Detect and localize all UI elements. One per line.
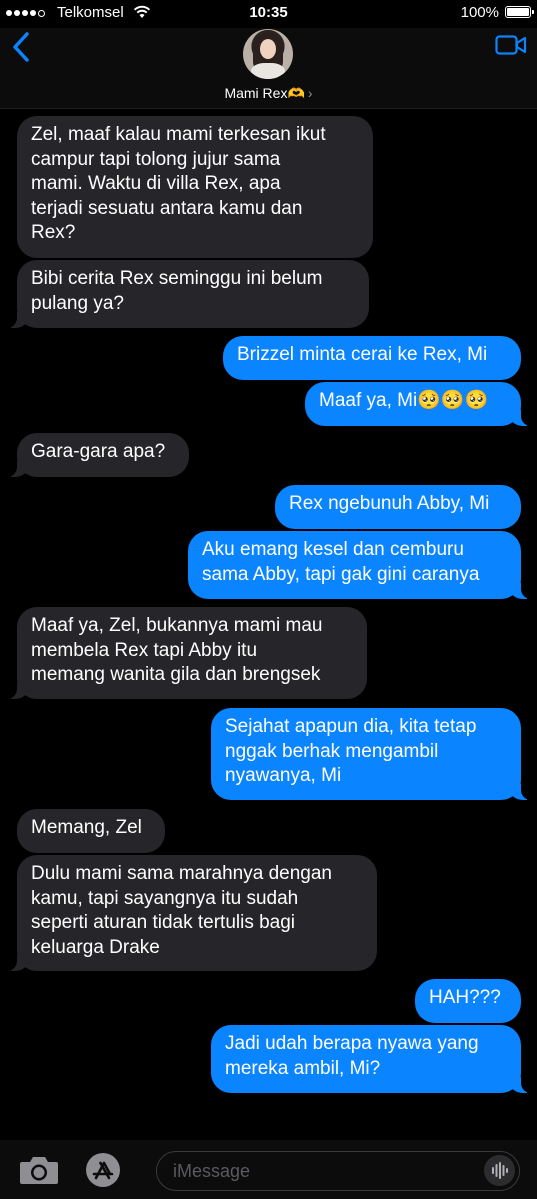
contact-name: Mami Rex🫶 <box>224 85 305 101</box>
outgoing-message[interactable]: Rex ngebunuh Abby, Mi <box>275 485 521 529</box>
app-store-icon[interactable] <box>85 1152 121 1188</box>
message-text: Rex ngebunuh Abby, Mi <box>289 493 490 514</box>
message-text: Brizzel minta cerai ke Rex, Mi <box>237 344 488 365</box>
outgoing-message[interactable]: Jadi udah berapa nyawa yang mereka ambil… <box>211 1025 533 1093</box>
contact-name-button[interactable]: Mami Rex🫶 › <box>0 85 537 102</box>
outgoing-message[interactable]: Sejahat apapun dia, kita tetap nggak ber… <box>211 708 533 800</box>
outgoing-message[interactable]: Maaf ya, Mi🥺🥺🥺 <box>305 382 533 426</box>
incoming-message[interactable]: Gara-gara apa? <box>5 433 189 477</box>
battery-icon <box>505 6 534 18</box>
back-chevron-icon[interactable] <box>8 30 38 64</box>
message-text: Gara-gara apa? <box>31 441 166 462</box>
message-text: HAH??? <box>429 987 501 1008</box>
message-text: Maaf ya, Zel, bukannya mami mau membela … <box>31 615 323 685</box>
message-text: Maaf ya, Mi🥺🥺🥺 <box>319 390 489 411</box>
message-text: Aku emang kesel dan cemburu sama Abby, t… <box>202 539 480 585</box>
incoming-message[interactable]: Zel, maaf kalau mami terkesan ikut campu… <box>17 116 373 258</box>
outgoing-message[interactable]: Brizzel minta cerai ke Rex, Mi <box>223 336 521 380</box>
video-call-icon[interactable] <box>495 34 527 56</box>
battery-percentage: 100% <box>460 4 499 21</box>
outgoing-message[interactable]: Aku emang kesel dan cemburu sama Abby, t… <box>188 531 533 599</box>
message-text: Zel, maaf kalau mami terkesan ikut campu… <box>31 124 326 243</box>
message-text: Jadi udah berapa nyawa yang mereka ambil… <box>225 1033 479 1079</box>
imessage-placeholder: iMessage <box>173 1161 251 1181</box>
clock: 10:35 <box>249 4 288 21</box>
incoming-message[interactable]: Bibi cerita Rex seminggu ini belum pulan… <box>5 260 369 328</box>
message-input-bar: iMessage <box>0 1140 537 1199</box>
contact-avatar[interactable] <box>243 29 293 79</box>
chevron-right-icon: › <box>307 85 313 101</box>
status-bar: Telkomsel 10:35 100% <box>0 0 537 28</box>
incoming-message[interactable]: Maaf ya, Zel, bukannya mami mau membela … <box>5 607 367 699</box>
message-text: Sejahat apapun dia, kita tetap nggak ber… <box>225 716 477 786</box>
camera-icon[interactable] <box>18 1154 60 1186</box>
outgoing-message[interactable]: HAH??? <box>415 979 521 1023</box>
message-text: Memang, Zel <box>31 817 142 838</box>
incoming-message[interactable]: Dulu mami sama marahnya dengan kamu, tap… <box>5 855 377 971</box>
imessage-input[interactable]: iMessage <box>156 1151 520 1191</box>
conversation-header: Mami Rex🫶 › <box>0 28 537 109</box>
incoming-message[interactable]: Memang, Zel <box>17 809 165 853</box>
message-text: Bibi cerita Rex seminggu ini belum pulan… <box>31 268 323 314</box>
message-text: Dulu mami sama marahnya dengan kamu, tap… <box>31 863 332 958</box>
audio-message-icon[interactable] <box>484 1155 515 1186</box>
